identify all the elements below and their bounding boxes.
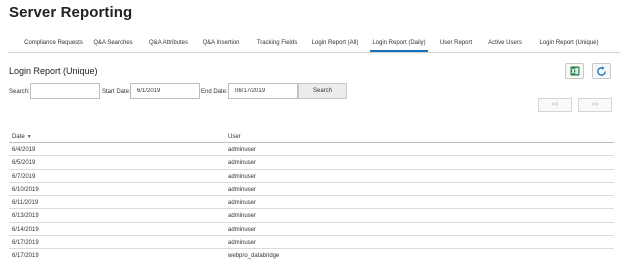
date-cell: 6/5/2019 [12, 160, 36, 167]
table-row: 6/17/2019 webpro_databridge [9, 249, 614, 262]
user-cell: adminuser [228, 226, 257, 233]
date-column-header[interactable]: Date ▼ [12, 134, 32, 140]
tab-qa-attributes[interactable]: Q&A Attributes [141, 39, 196, 52]
user-cell: adminuser [228, 240, 257, 247]
user-column-header[interactable]: User [228, 134, 241, 140]
tab-login-report-all[interactable]: Login Report (All) [308, 39, 362, 52]
date-cell: 6/17/2019 [12, 240, 39, 247]
start-date-field[interactable] [130, 83, 200, 99]
search-label: Search: [9, 89, 30, 95]
start-date-label: Start Date: [102, 89, 131, 95]
user-cell: webpro_databridge [228, 253, 280, 260]
date-header-label: Date [12, 134, 25, 140]
app-title: Server Reporting [9, 4, 133, 21]
excel-export-button[interactable] [565, 63, 584, 79]
refresh-icon [597, 66, 606, 76]
date-cell: 6/14/2019 [12, 226, 39, 233]
date-cell: 6/17/2019 [12, 253, 39, 260]
next-page-button[interactable]: >> [578, 98, 612, 112]
refresh-button[interactable] [592, 63, 611, 79]
user-cell: adminuser [228, 173, 257, 180]
tab-tracking-fields[interactable]: Tracking Fields [253, 39, 301, 52]
tab-bar: Compliance Requests Q&A Searches Q&A Att… [8, 39, 620, 53]
tab-login-report-unique[interactable]: Login Report (Unique) [535, 39, 603, 52]
table-row: 6/7/2019 adminuser [9, 170, 614, 183]
user-cell: adminuser [228, 147, 257, 153]
tab-active-users[interactable]: Active Users [484, 39, 526, 52]
end-date-field[interactable] [228, 83, 298, 99]
date-cell: 6/7/2019 [12, 173, 36, 180]
tab-login-report-daily[interactable]: Login Report (Daily) [370, 39, 428, 52]
date-cell: 6/10/2019 [12, 186, 39, 193]
date-cell: 6/4/2019 [12, 147, 36, 153]
date-cell: 6/13/2019 [12, 213, 39, 220]
end-date-label: End Date: [201, 89, 228, 95]
section-title: Login Report (Unique) [9, 66, 98, 76]
search-input[interactable] [30, 83, 100, 99]
search-button[interactable]: Search [298, 83, 347, 99]
table-row: 6/14/2019 adminuser [9, 223, 614, 237]
table-row: 6/13/2019 adminuser [9, 209, 614, 223]
tab-qa-searches[interactable]: Q&A Searches [87, 39, 139, 52]
user-cell: adminuser [228, 213, 257, 220]
user-cell: adminuser [228, 186, 257, 193]
table-row: 6/17/2019 adminuser [9, 236, 614, 250]
tab-compliance-requests[interactable]: Compliance Requests [16, 39, 91, 52]
date-cell: 6/11/2019 [12, 200, 39, 207]
table-row: 6/10/2019 adminuser [9, 183, 614, 197]
previous-page-button[interactable]: << [538, 98, 572, 112]
sort-desc-icon: ▼ [26, 134, 32, 140]
table-row: 6/11/2019 adminuser [9, 196, 614, 210]
table-header: Date ▼ User [9, 131, 614, 143]
tab-user-report[interactable]: User Report [436, 39, 476, 52]
user-cell: adminuser [228, 160, 257, 167]
excel-export-icon [570, 66, 579, 76]
login-report-table: Date ▼ User 6/4/2019 adminuser 6/5/2019 adm… [9, 131, 614, 263]
table-row: 6/4/2019 adminuser [9, 143, 614, 157]
table-row: 6/5/2019 adminuser [9, 156, 614, 170]
user-cell: adminuser [228, 200, 257, 207]
tab-qa-insertion[interactable]: Q&A Insertion [196, 39, 246, 52]
